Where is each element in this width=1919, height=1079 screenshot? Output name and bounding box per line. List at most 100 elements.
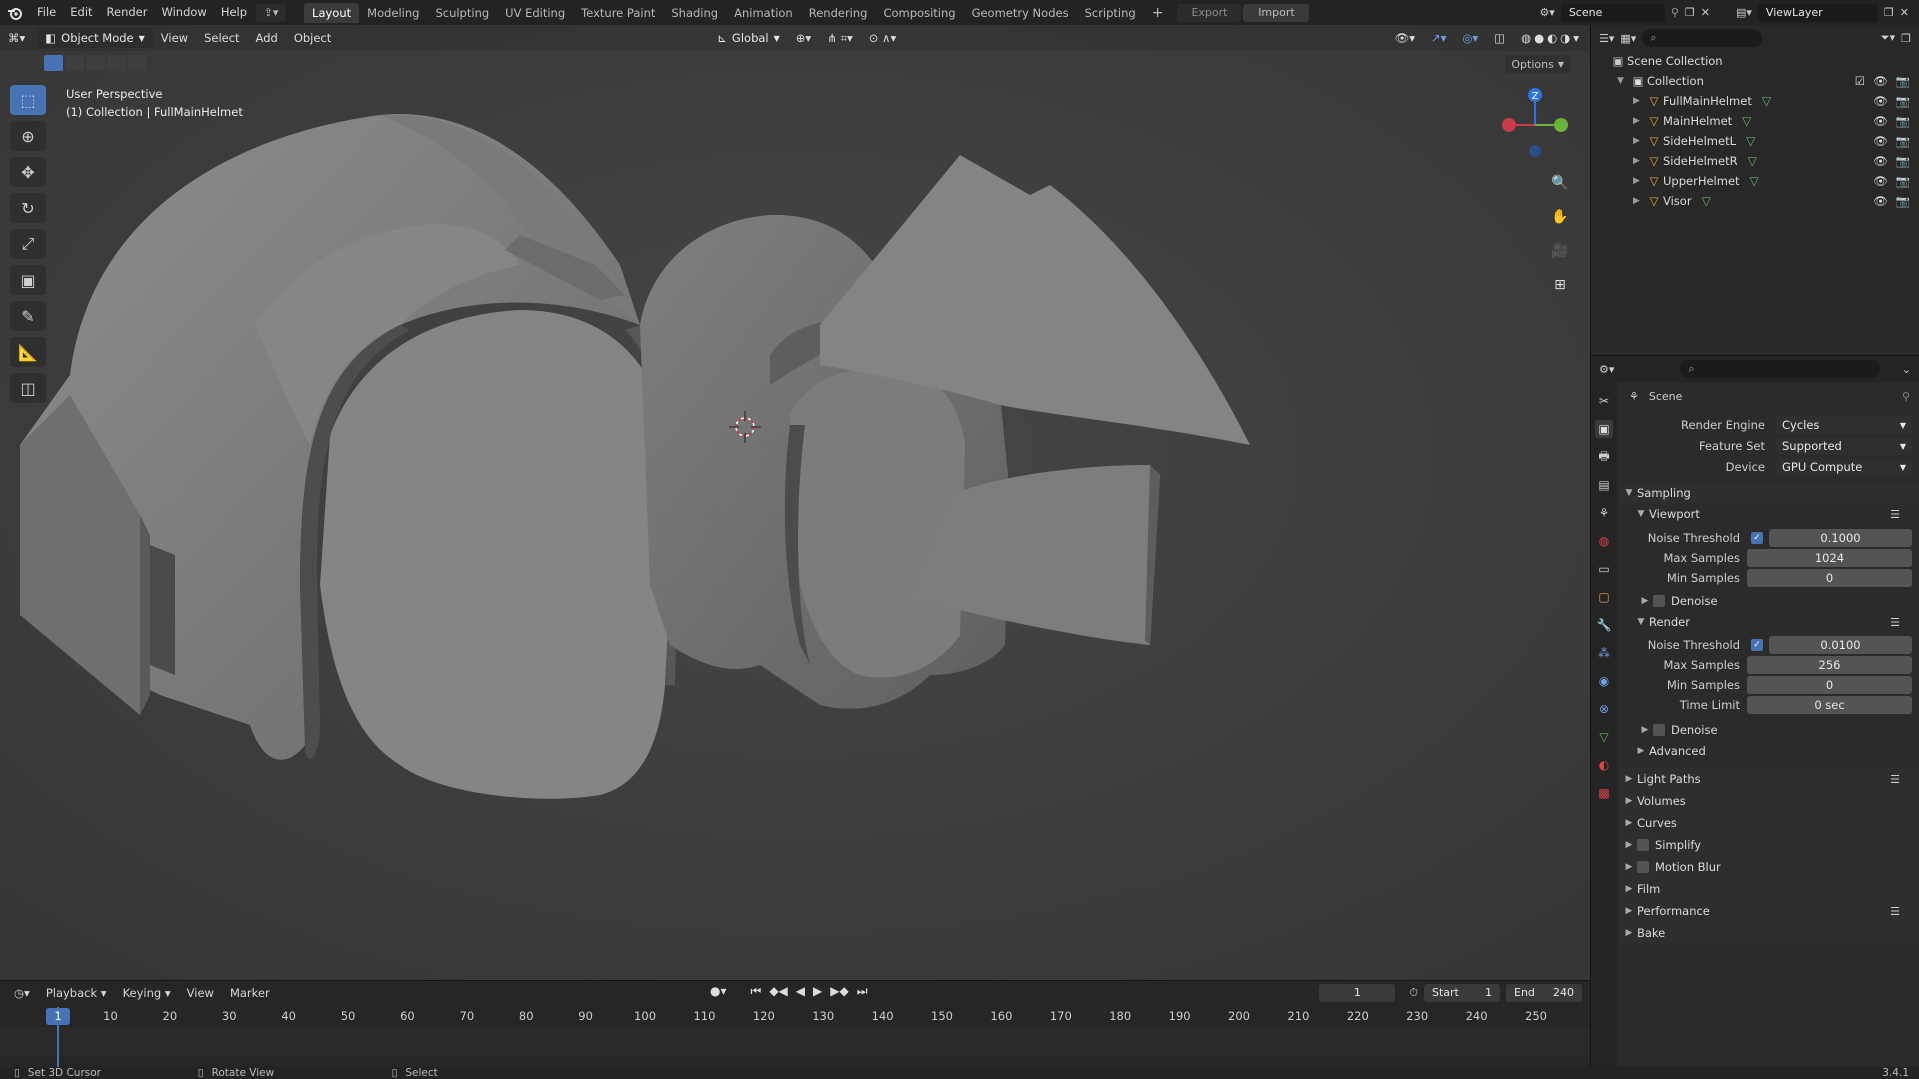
render-max-samples-field[interactable]: 256 xyxy=(1747,656,1912,674)
next-keyframe-icon[interactable]: ▶◆ xyxy=(830,984,848,999)
mesh-data-icon[interactable]: ▽ xyxy=(1748,154,1757,168)
mode-dropdown[interactable]: ◧ Object Mode ▼ xyxy=(37,28,153,48)
visibility-icon[interactable]: 👁▾ xyxy=(1387,31,1423,45)
camera-icon[interactable]: 📷 xyxy=(1896,94,1910,108)
properties-editor[interactable]: ⚙▾ ⌕ ⌄ ✂ ▣ 🖶 ▤ ⚘ ◍ ▭ ▢ 🔧 ⁂ ◉ ⊗ ▽ ◐ ▩ ⚘ S… xyxy=(1590,355,1919,1068)
new-view-layer-icon[interactable]: ❐ xyxy=(1884,6,1894,19)
eye-icon[interactable]: 👁 xyxy=(1873,74,1888,88)
sampling-panel-header[interactable]: ▼ Sampling xyxy=(1621,482,1919,504)
x-axis-icon[interactable] xyxy=(1502,118,1516,132)
jump-end-icon[interactable]: ⏭ xyxy=(857,984,868,999)
viewport-denoise-subpanel[interactable]: ▶ Denoise xyxy=(1637,590,1919,612)
viewport-max-samples-field[interactable]: 1024 xyxy=(1747,549,1912,567)
xray-icon[interactable]: ◫ xyxy=(1486,31,1513,45)
pivot-icon[interactable]: ⊕▾ xyxy=(788,31,819,45)
camera-view-icon[interactable]: 🎥 xyxy=(1547,238,1573,264)
exclude-checkbox[interactable]: ☑ xyxy=(1855,74,1865,88)
panel-enable-checkbox[interactable] xyxy=(1637,839,1649,851)
render-denoise-checkbox[interactable] xyxy=(1653,724,1665,736)
outliner-row-collection[interactable]: ▼ ▣ Collection ☑ 👁 📷 xyxy=(1591,71,1919,91)
shading-modes-icon[interactable]: ◍●◐◑▾ xyxy=(1513,31,1590,45)
zoom-icon[interactable]: 🔍 xyxy=(1547,170,1573,196)
expand-arrow-icon[interactable]: ▶ xyxy=(1633,156,1645,166)
camera-icon[interactable]: 📷 xyxy=(1896,194,1910,208)
expand-arrow-icon[interactable]: ▶ xyxy=(1633,196,1645,206)
snap-icon[interactable]: ⋔ ⌗▾ xyxy=(819,31,861,46)
menu-marker[interactable]: Marker xyxy=(224,986,276,1000)
camera-icon[interactable]: 📷 xyxy=(1896,74,1910,88)
tab-sculpting[interactable]: Sculpting xyxy=(427,3,497,23)
viewport-noise-threshold-field[interactable]: 0.1000 xyxy=(1769,529,1912,547)
filter-icon[interactable]: ⏷▾ xyxy=(1881,31,1895,45)
render-noise-threshold-checkbox[interactable]: ✓ xyxy=(1751,639,1763,651)
end-frame-field[interactable]: End 240 xyxy=(1506,984,1582,1002)
timeline-track-area[interactable] xyxy=(0,1027,1590,1057)
select-new-icon[interactable] xyxy=(44,55,63,71)
blender-logo-icon[interactable] xyxy=(0,0,30,25)
menu-view[interactable]: View xyxy=(153,31,196,45)
eye-icon[interactable]: 👁 xyxy=(1873,154,1888,168)
move-tool-icon[interactable]: ✥ xyxy=(10,157,46,187)
ortho-grid-icon[interactable]: ⊞ xyxy=(1547,272,1573,298)
feature-set-dropdown[interactable]: Supported ▼ xyxy=(1776,437,1912,455)
eye-icon[interactable]: 👁 xyxy=(1873,194,1888,208)
options-button[interactable]: Options ▼ xyxy=(1505,55,1570,73)
properties-editor-type-icon[interactable]: ⚙▾ xyxy=(1599,363,1614,376)
panel-performance[interactable]: ▶ Performance ☰ xyxy=(1621,900,1919,922)
presets-list-icon[interactable]: ☰ xyxy=(1890,616,1900,629)
select-invert-icon[interactable] xyxy=(107,55,126,71)
outliner-row-object[interactable]: ▶ ▽ SideHelmetR ▽ 👁 📷 xyxy=(1591,151,1919,171)
scene-tab-icon[interactable]: ⚘ xyxy=(1595,504,1613,522)
playhead-frame-label[interactable]: 1 xyxy=(46,1008,70,1025)
constraints-tab-icon[interactable]: ⊗ xyxy=(1595,700,1613,718)
menu-window[interactable]: Window xyxy=(154,0,213,25)
editor-type-icon[interactable]: ⌘▾ xyxy=(0,31,33,45)
pin-icon[interactable]: ⚲ xyxy=(1671,6,1679,19)
panel-bake[interactable]: ▶ Bake xyxy=(1621,922,1919,944)
render-time-limit-field[interactable]: 0 sec xyxy=(1747,696,1912,714)
tab-uv-editing[interactable]: UV Editing xyxy=(497,3,573,23)
outliner-editor-type-icon[interactable]: ☰▾ xyxy=(1599,32,1614,45)
pin-icon[interactable]: ⚲ xyxy=(1902,390,1910,403)
transform-tool-icon[interactable]: ▣ xyxy=(10,265,46,295)
render-subpanel-header[interactable]: ▼ Render ☰ xyxy=(1633,611,1919,633)
material-tab-icon[interactable]: ◐ xyxy=(1595,756,1613,774)
display-mode-icon[interactable]: ▦▾ xyxy=(1620,32,1636,45)
panel-enable-checkbox[interactable] xyxy=(1637,861,1649,873)
menu-select[interactable]: Select xyxy=(196,31,247,45)
select-subtract-icon[interactable] xyxy=(86,55,105,71)
advanced-subpanel[interactable]: ▶ Advanced xyxy=(1633,740,1919,762)
import-button[interactable]: Import xyxy=(1243,3,1310,22)
measure-tool-icon[interactable]: 📐 xyxy=(10,337,46,367)
new-collection-icon[interactable]: ❐ xyxy=(1901,32,1911,45)
device-dropdown[interactable]: GPU Compute ▼ xyxy=(1776,458,1912,476)
tab-scripting[interactable]: Scripting xyxy=(1077,3,1144,23)
scene-selector[interactable]: ⚙▾ Scene ⚲ ❐ ✕ xyxy=(1539,3,1710,22)
view-layer-field[interactable]: ViewLayer xyxy=(1757,3,1878,22)
eye-icon[interactable]: 👁 xyxy=(1873,114,1888,128)
menu-timeline-view[interactable]: View xyxy=(181,986,220,1000)
modifier-tab-icon[interactable]: 🔧 xyxy=(1595,616,1613,634)
data-tab-icon[interactable]: ▽ xyxy=(1595,728,1613,746)
viewport-subpanel-header[interactable]: ▼ Viewport ☰ xyxy=(1633,503,1919,525)
outliner-row-object[interactable]: ▶ ▽ UpperHelmet ▽ 👁 📷 xyxy=(1591,171,1919,191)
render-min-samples-field[interactable]: 0 xyxy=(1747,676,1912,694)
mesh-data-icon[interactable]: ▽ xyxy=(1702,194,1711,208)
tab-geometry-nodes[interactable]: Geometry Nodes xyxy=(964,3,1077,23)
panel-volumes[interactable]: ▶ Volumes xyxy=(1621,790,1919,812)
eye-icon[interactable]: 👁 xyxy=(1873,174,1888,188)
timeline-ruler[interactable]: 10 20 30 40 50 60 70 80 90 100 110 120 130 140 150 160 1… xyxy=(0,1007,1590,1027)
rotate-tool-icon[interactable]: ↻ xyxy=(10,193,46,223)
outliner-row-object[interactable]: ▶ ▽ SideHelmetL ▽ 👁 📷 xyxy=(1591,131,1919,151)
menu-render[interactable]: Render xyxy=(100,0,155,25)
new-scene-icon[interactable]: ❐ xyxy=(1685,6,1695,19)
tab-modeling[interactable]: Modeling xyxy=(359,3,427,23)
proportional-edit-icon[interactable]: ⊙ ∧▾ xyxy=(861,31,904,45)
render-noise-threshold-field[interactable]: 0.0100 xyxy=(1769,636,1912,654)
outliner-row-object[interactable]: ▶ ▽ FullMainHelmet ▽ 👁 📷 xyxy=(1591,91,1919,111)
mesh-data-icon[interactable]: ▽ xyxy=(1746,134,1755,148)
record-icon[interactable]: ●▾ xyxy=(710,984,727,999)
preview-range-clock-icon[interactable]: ⏱ xyxy=(1409,986,1418,1000)
panel-film[interactable]: ▶ Film xyxy=(1621,878,1919,900)
menu-object[interactable]: Object xyxy=(286,31,339,45)
